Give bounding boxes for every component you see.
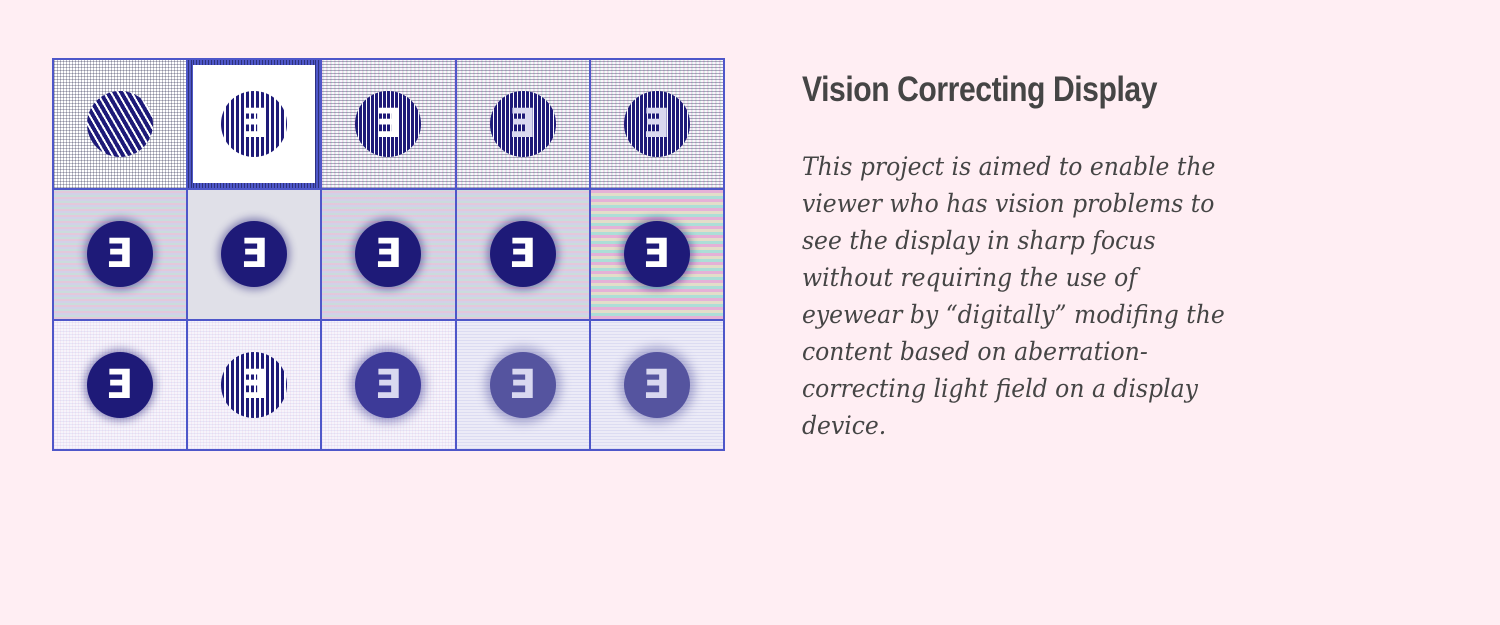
eye-chart-letter: E xyxy=(240,231,268,278)
eye-chart-letter: E xyxy=(643,231,671,278)
eye-chart-disc: E xyxy=(623,351,690,418)
eye-chart-disc: E xyxy=(221,221,288,288)
eye-chart-letter: E xyxy=(240,101,268,148)
grid-image: E xyxy=(590,320,723,449)
eye-chart-disc: E xyxy=(221,91,288,158)
project-description: This project is aimed to enable the view… xyxy=(802,152,1225,440)
eye-chart-disc: E xyxy=(355,91,422,158)
grid-image: E xyxy=(456,60,589,189)
eye-chart-letter: E xyxy=(106,361,134,408)
eye-chart-letter: E xyxy=(643,361,671,408)
eye-chart-letter: E xyxy=(240,361,268,408)
grid-image: E xyxy=(188,60,320,188)
grid-image: E xyxy=(456,190,589,319)
eye-chart-letter: E xyxy=(374,361,403,408)
grid-image: E xyxy=(54,190,187,319)
eye-chart-disc: E xyxy=(489,221,556,288)
grid-image: E xyxy=(590,190,723,319)
eye-chart-disc: E xyxy=(355,221,422,288)
eye-chart-letter: E xyxy=(643,101,671,148)
eye-chart-letter: E xyxy=(509,101,537,148)
project-info: Vision Correcting Display This project i… xyxy=(802,68,1262,444)
grid-image: E xyxy=(590,60,723,189)
eye-chart-letter: E xyxy=(509,361,537,408)
result-image-grid: E E E E E E E E E E E E E E xyxy=(52,58,725,451)
eye-chart-letter: E xyxy=(374,231,403,278)
eye-chart-disc: E xyxy=(489,351,556,418)
eye-chart-disc: E xyxy=(221,351,288,418)
eye-chart-disc xyxy=(87,91,154,158)
eye-chart-disc: E xyxy=(355,351,422,418)
eye-chart-disc: E xyxy=(87,221,154,288)
grid-image: E xyxy=(54,320,187,449)
eye-chart-letter: E xyxy=(374,101,403,148)
grid-image: E xyxy=(188,320,321,449)
eye-chart-letter: E xyxy=(509,231,537,278)
grid-image xyxy=(54,60,187,189)
grid-image: E xyxy=(322,60,455,189)
eye-chart-letter: E xyxy=(106,231,134,278)
grid-image: E xyxy=(322,320,455,449)
project-title: Vision Correcting Display xyxy=(802,70,1158,109)
eye-chart-disc: E xyxy=(489,91,556,158)
eye-chart-disc: E xyxy=(623,221,690,288)
grid-image: E xyxy=(188,190,321,319)
eye-chart-disc: E xyxy=(623,91,690,158)
grid-image: E xyxy=(322,190,455,319)
eye-chart-disc: E xyxy=(87,351,154,418)
grid-image: E xyxy=(456,320,589,449)
